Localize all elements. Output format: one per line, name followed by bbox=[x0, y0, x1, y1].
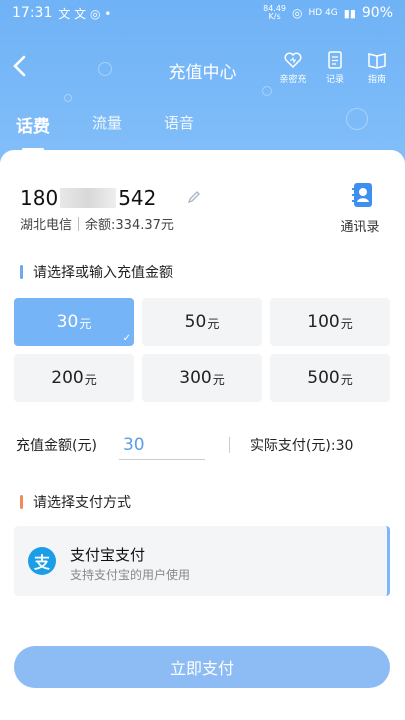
record-icon bbox=[328, 51, 342, 69]
amount-value: 50 bbox=[184, 312, 207, 332]
tab-voice[interactable]: 语音 bbox=[164, 112, 194, 145]
phone-mask bbox=[60, 188, 117, 208]
check-icon: ✓ bbox=[122, 333, 131, 344]
amount-value: 100 bbox=[307, 312, 340, 332]
amount-unit: 元 bbox=[207, 317, 220, 331]
wifi-icon: ◎ bbox=[292, 6, 303, 20]
payment-method-desc: 支持支付宝的用户使用 bbox=[70, 568, 191, 582]
amount-option-200[interactable]: 200 元 bbox=[14, 354, 134, 402]
amount-option-50[interactable]: 50 元 bbox=[142, 298, 262, 346]
amount-option-300[interactable]: 300 元 bbox=[142, 354, 262, 402]
intimate-recharge-label: 亲密充 bbox=[279, 75, 307, 85]
decor-bubble bbox=[346, 108, 368, 130]
amount-option-30[interactable]: 30 元 ✓ bbox=[14, 298, 134, 346]
alipay-payment-option[interactable]: 支 支付宝支付 支持支付宝的用户使用 bbox=[14, 526, 390, 596]
section-accent-bar bbox=[20, 265, 23, 279]
amount-unit: 元 bbox=[340, 317, 353, 331]
section-accent-bar bbox=[20, 495, 23, 509]
amount-section-title: 请选择或输入充值金额 bbox=[20, 262, 173, 282]
guide-label: 指南 bbox=[367, 75, 386, 85]
phone-suffix: 542 bbox=[118, 186, 157, 210]
battery-level: 90% bbox=[361, 5, 393, 21]
amount-unit: 元 bbox=[340, 373, 353, 387]
amount-unit: 元 bbox=[212, 373, 225, 387]
divider bbox=[78, 216, 80, 231]
phone-number[interactable]: 180 542 bbox=[20, 186, 174, 210]
address-book-icon bbox=[352, 183, 372, 207]
amount-value: 500 bbox=[307, 368, 340, 388]
intimate-recharge-button[interactable]: 亲密充 bbox=[279, 50, 307, 85]
records-label: 记录 bbox=[325, 75, 344, 85]
guide-book-icon bbox=[368, 53, 386, 69]
net-speed: 84.49 K/s bbox=[263, 4, 287, 21]
network-indicator: HD 4G bbox=[308, 8, 338, 18]
notification-icon: 文 文 ◎ • bbox=[58, 6, 112, 21]
payment-method-name: 支付宝支付 bbox=[70, 546, 146, 564]
actual-pay-label: 实际支付(元):30 bbox=[249, 438, 354, 454]
status-time: 17:31 bbox=[12, 5, 53, 21]
amount-unit: 元 bbox=[79, 317, 92, 331]
phone-prefix: 180 bbox=[20, 186, 59, 210]
balance-label: 余额:334.37元 bbox=[85, 218, 174, 233]
payment-section-label: 请选择支付方式 bbox=[33, 495, 131, 511]
status-bar: 17:31 文 文 ◎ • 84.49 K/s ◎ HD 4G ▮▮ 90% bbox=[0, 0, 405, 26]
recharge-amount-row: 充值金额(元) 30 实际支付(元):30 bbox=[16, 428, 391, 462]
amount-value: 200 bbox=[51, 368, 84, 388]
contacts-label: 通讯录 bbox=[340, 220, 380, 235]
alipay-icon: 支 bbox=[28, 547, 56, 575]
nav-bar: 充值中心 亲密充 记录 指南 bbox=[0, 48, 405, 88]
amount-option-500[interactable]: 500 元 bbox=[270, 354, 390, 402]
tab-phone-fee[interactable]: 话费 bbox=[16, 112, 50, 145]
records-button[interactable]: 记录 bbox=[321, 50, 349, 85]
phone-info: 180 542 湖北电信 余额:334.37元 bbox=[20, 186, 200, 233]
contacts-button[interactable]: 通讯录 bbox=[340, 182, 385, 235]
tab-data[interactable]: 流量 bbox=[92, 112, 122, 145]
amount-value: 300 bbox=[179, 368, 212, 388]
recharge-amount-input[interactable]: 30 bbox=[118, 430, 205, 460]
divider bbox=[228, 437, 230, 453]
amount-option-100[interactable]: 100 元 bbox=[270, 298, 390, 346]
carrier-label: 湖北电信 bbox=[20, 218, 73, 233]
pay-now-button[interactable]: 立即支付 bbox=[14, 646, 390, 688]
pencil-icon[interactable] bbox=[186, 189, 202, 205]
payment-section-title: 请选择支付方式 bbox=[20, 492, 131, 512]
amount-unit: 元 bbox=[84, 373, 97, 387]
amount-value: 30 bbox=[56, 312, 79, 332]
guide-button[interactable]: 指南 bbox=[363, 50, 391, 85]
amount-options: 30 元 ✓ 50 元 100 元 200 元 300 元 500 元 bbox=[14, 298, 390, 402]
tab-bar: 话费 流量 语音 bbox=[16, 112, 236, 145]
heart-icon bbox=[284, 52, 302, 69]
amount-section-label: 请选择或输入充值金额 bbox=[33, 265, 173, 281]
recharge-amount-label: 充值金额(元) bbox=[16, 438, 97, 454]
signal-icon: ▮▮ bbox=[343, 6, 356, 20]
decor-bubble bbox=[64, 94, 72, 102]
